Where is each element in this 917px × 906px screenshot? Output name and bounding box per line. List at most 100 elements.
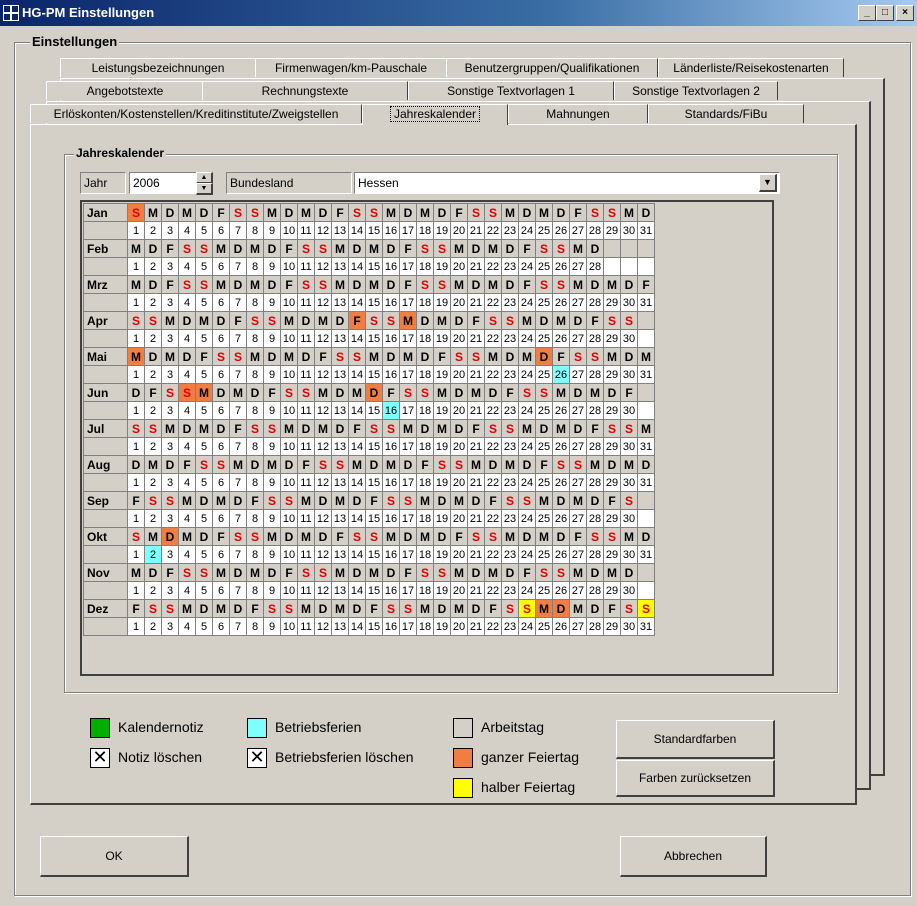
weekday-cell[interactable]: D (280, 203, 298, 222)
weekday-cell[interactable]: S (586, 527, 604, 546)
weekday-cell[interactable]: D (144, 239, 162, 258)
weekday-cell[interactable]: M (450, 563, 468, 582)
weekday-cell[interactable]: D (212, 419, 230, 438)
day-cell[interactable]: 19 (433, 545, 451, 564)
day-cell[interactable]: 12 (314, 473, 332, 492)
day-cell[interactable]: 21 (467, 365, 485, 384)
day-cell[interactable]: 30 (620, 293, 638, 312)
weekday-cell[interactable]: D (399, 455, 417, 474)
day-cell[interactable]: 13 (331, 617, 349, 636)
day-cell[interactable]: 28 (586, 257, 604, 276)
weekday-cell[interactable]: D (416, 347, 434, 366)
day-cell[interactable]: 18 (416, 509, 434, 528)
day-cell[interactable]: 25 (535, 473, 553, 492)
weekday-cell[interactable]: F (161, 563, 179, 582)
weekday-cell[interactable]: D (229, 563, 247, 582)
day-cell[interactable]: 1 (127, 437, 145, 456)
weekday-cell[interactable]: F (382, 383, 400, 402)
day-cell[interactable]: 20 (450, 581, 468, 600)
day-cell[interactable]: 13 (331, 329, 349, 348)
day-cell[interactable]: 2 (144, 293, 162, 312)
day-cell[interactable]: 8 (246, 401, 264, 420)
tab-firmenwagen-km-pauschale[interactable]: Firmenwagen/km-Pauschale (255, 58, 447, 77)
weekday-cell[interactable]: D (399, 527, 417, 546)
day-cell[interactable]: 9 (263, 509, 281, 528)
day-cell[interactable]: 19 (433, 473, 451, 492)
day-cell[interactable]: 9 (263, 257, 281, 276)
weekday-cell[interactable]: S (365, 311, 383, 330)
weekday-cell[interactable]: D (586, 599, 604, 618)
weekday-cell[interactable]: D (280, 455, 298, 474)
day-cell[interactable]: 17 (399, 581, 417, 600)
weekday-cell[interactable]: F (433, 347, 451, 366)
weekday-cell[interactable]: D (569, 419, 587, 438)
weekday-cell[interactable]: M (518, 311, 536, 330)
minimize-button[interactable]: _ (858, 5, 876, 21)
weekday-cell[interactable]: D (501, 275, 519, 294)
weekday-cell[interactable]: D (603, 455, 621, 474)
weekday-cell[interactable]: S (178, 239, 196, 258)
weekday-cell[interactable]: F (127, 599, 145, 618)
weekday-cell[interactable]: D (637, 203, 655, 222)
day-cell[interactable]: 27 (569, 437, 587, 456)
weekday-cell[interactable]: S (620, 311, 638, 330)
weekday-cell[interactable]: F (212, 527, 230, 546)
weekday-cell[interactable]: S (263, 419, 281, 438)
weekday-cell[interactable]: M (603, 563, 621, 582)
day-cell[interactable]: 30 (620, 473, 638, 492)
day-cell[interactable]: 7 (229, 437, 247, 456)
day-cell[interactable]: 25 (535, 545, 553, 564)
weekday-cell[interactable]: M (212, 275, 230, 294)
weekday-cell[interactable]: D (416, 311, 434, 330)
weekday-cell[interactable]: D (263, 239, 281, 258)
weekday-cell[interactable]: S (416, 383, 434, 402)
weekday-cell[interactable]: M (535, 491, 553, 510)
weekday-cell[interactable]: D (518, 527, 536, 546)
day-cell[interactable]: 29 (603, 473, 621, 492)
day-cell[interactable]: 5 (195, 473, 213, 492)
weekday-cell[interactable]: M (399, 347, 417, 366)
weekday-cell[interactable]: D (263, 275, 281, 294)
weekday-cell[interactable]: S (535, 239, 553, 258)
weekday-cell[interactable]: M (569, 239, 587, 258)
day-cell[interactable]: 28 (586, 329, 604, 348)
weekday-cell[interactable]: S (314, 455, 332, 474)
weekday-cell[interactable]: S (501, 491, 519, 510)
weekday-cell[interactable]: S (331, 455, 349, 474)
tab-erlöskonten-kostenstellen-kreditinstitute-zweigstellen[interactable]: Erlöskonten/Kostenstellen/Kreditinstitut… (30, 104, 362, 123)
day-cell[interactable]: 7 (229, 401, 247, 420)
weekday-cell[interactable]: D (297, 311, 315, 330)
weekday-cell[interactable]: S (450, 347, 468, 366)
day-cell[interactable]: 12 (314, 617, 332, 636)
day-cell[interactable]: 26 (552, 437, 570, 456)
weekday-cell[interactable]: D (195, 599, 213, 618)
day-cell[interactable]: 14 (348, 365, 366, 384)
weekday-cell[interactable]: D (535, 347, 553, 366)
day-cell[interactable]: 28 (586, 509, 604, 528)
day-cell[interactable]: 30 (620, 401, 638, 420)
day-cell[interactable]: 26 (552, 221, 570, 240)
weekday-cell[interactable]: M (331, 239, 349, 258)
weekday-cell[interactable]: D (127, 455, 145, 474)
weekday-cell[interactable]: S (586, 347, 604, 366)
weekday-cell[interactable]: M (535, 599, 553, 618)
weekday-cell[interactable]: S (229, 347, 247, 366)
weekday-cell[interactable]: D (263, 563, 281, 582)
tab-rechnungstexte[interactable]: Rechnungstexte (202, 81, 408, 100)
weekday-cell[interactable]: D (518, 455, 536, 474)
day-cell[interactable]: 6 (212, 473, 230, 492)
day-cell[interactable]: 6 (212, 221, 230, 240)
day-cell[interactable]: 14 (348, 221, 366, 240)
day-cell[interactable]: 3 (161, 617, 179, 636)
weekday-cell[interactable]: M (263, 455, 281, 474)
day-cell[interactable]: 5 (195, 545, 213, 564)
day-cell[interactable]: 14 (348, 293, 366, 312)
day-cell[interactable]: 25 (535, 509, 553, 528)
weekday-cell[interactable]: M (127, 239, 145, 258)
day-cell[interactable]: 13 (331, 473, 349, 492)
day-cell[interactable]: 19 (433, 581, 451, 600)
weekday-cell[interactable]: M (637, 419, 655, 438)
weekday-cell[interactable]: S (348, 347, 366, 366)
weekday-cell[interactable]: M (467, 383, 485, 402)
weekday-cell[interactable]: M (212, 239, 230, 258)
